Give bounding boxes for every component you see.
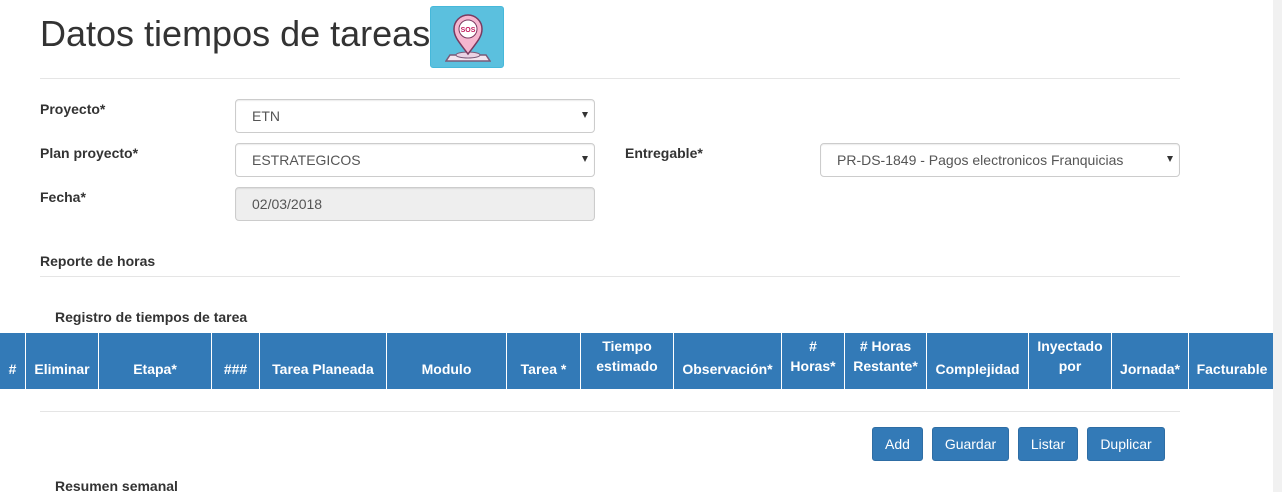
listar-button[interactable]: Listar <box>1018 427 1078 461</box>
col-modulo[interactable]: Modulo <box>387 333 507 389</box>
entregable-value: PR-DS-1849 - Pagos electronicos Franquic… <box>837 152 1124 168</box>
col-inyectado-por[interactable]: Inyectado por <box>1029 333 1112 389</box>
proyecto-select[interactable]: ETN <box>235 99 595 133</box>
col-facturable[interactable]: Facturable <box>1189 333 1275 389</box>
col-horas[interactable]: # Horas* <box>782 333 845 389</box>
reporte-divider <box>40 276 1180 277</box>
plan-proyecto-value: ESTRATEGICOS <box>252 152 361 168</box>
plan-proyecto-select[interactable]: ESTRATEGICOS <box>235 143 595 177</box>
sos-text: SOS <box>461 27 476 34</box>
fecha-value: 02/03/2018 <box>252 196 323 212</box>
col-jornada[interactable]: Jornada* <box>1112 333 1189 389</box>
chevron-down-icon <box>1167 156 1173 162</box>
proyecto-label: Proyecto* <box>40 101 106 117</box>
fecha-field: 02/03/2018 <box>235 187 595 221</box>
col-etapa[interactable]: Etapa* <box>99 333 212 389</box>
guardar-button[interactable]: Guardar <box>932 427 1009 461</box>
chevron-down-icon <box>582 112 588 118</box>
table-header: # Eliminar Etapa* ### Tarea Planeada Mod… <box>0 333 1275 389</box>
registro-tiempos-heading: Registro de tiempos de tarea <box>55 309 248 325</box>
col-eliminar[interactable]: Eliminar <box>26 333 99 389</box>
page-scrollbar[interactable] <box>1273 0 1282 492</box>
col-tarea-planeada[interactable]: Tarea Planeada <box>260 333 387 389</box>
fecha-label: Fecha* <box>40 189 86 205</box>
sos-button[interactable]: SOS <box>430 6 504 68</box>
col-tiempo-estimado[interactable]: Tiempo estimado <box>581 333 674 389</box>
col-horas-restante[interactable]: # Horas Restante* <box>845 333 927 389</box>
page-title: Datos tiempos de tareas <box>40 13 431 54</box>
col-number[interactable]: # <box>0 333 26 389</box>
sos-location-icon: SOS <box>445 14 491 62</box>
table-divider <box>40 411 1180 412</box>
entregable-select[interactable]: PR-DS-1849 - Pagos electronicos Franquic… <box>820 143 1180 177</box>
col-hash[interactable]: ### <box>212 333 260 389</box>
proyecto-value: ETN <box>252 108 280 124</box>
entregable-label: Entregable* <box>625 145 703 161</box>
header-divider <box>40 78 1180 79</box>
plan-proyecto-label: Plan proyecto* <box>40 145 139 161</box>
duplicar-button[interactable]: Duplicar <box>1087 427 1165 461</box>
reporte-horas-heading: Reporte de horas <box>40 253 156 269</box>
col-tarea[interactable]: Tarea * <box>507 333 581 389</box>
chevron-down-icon <box>582 156 588 162</box>
col-complejidad[interactable]: Complejidad <box>927 333 1029 389</box>
col-observacion[interactable]: Observación* <box>674 333 782 389</box>
add-button[interactable]: Add <box>872 427 923 461</box>
